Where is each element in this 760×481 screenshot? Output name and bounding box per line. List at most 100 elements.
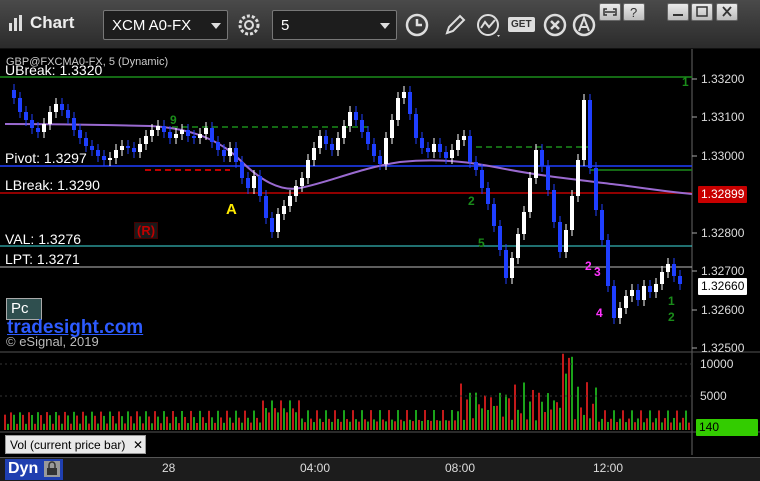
volume-bar — [559, 407, 561, 430]
volume-bar — [580, 407, 582, 430]
close-icon[interactable]: ✕ — [133, 438, 143, 452]
volume-bar — [79, 423, 81, 430]
candle-body — [282, 206, 286, 214]
time-tick-0400: 04:00 — [300, 461, 331, 475]
candle-body — [498, 226, 502, 250]
candle-body — [612, 286, 616, 318]
volume-bar — [409, 419, 411, 430]
volume-bar — [223, 422, 225, 430]
volume-bar — [571, 356, 573, 430]
volume-bar — [637, 418, 639, 430]
volume-bar — [121, 416, 123, 430]
clock-icon[interactable] — [402, 10, 432, 40]
volume-bar — [550, 409, 552, 430]
svg-text:9: 9 — [170, 113, 177, 127]
volume-bar — [463, 419, 465, 430]
volume-bar — [664, 418, 666, 430]
volume-bar — [358, 421, 360, 430]
volume-bar — [478, 404, 480, 430]
time-tick-28: 28 — [162, 461, 176, 475]
volume-bar — [91, 411, 93, 430]
price-tick-label: 1.32600 — [701, 303, 745, 317]
get-data-button[interactable]: GET — [508, 14, 538, 44]
time-tick-1200: 12:00 — [593, 461, 624, 475]
volume-bar — [295, 412, 297, 430]
volume-bar — [52, 423, 54, 430]
close-button[interactable] — [716, 3, 738, 21]
alert-icon[interactable] — [570, 10, 600, 40]
candle-body — [264, 196, 268, 218]
volume-bar — [148, 416, 150, 430]
candle-body — [534, 150, 538, 178]
volume-bar — [4, 414, 6, 430]
svg-text:1: 1 — [682, 75, 689, 89]
chevron-down-icon — [211, 23, 221, 29]
volume-bar — [493, 405, 495, 430]
price-tick-label: 1.32700 — [701, 264, 745, 278]
volume-bar — [142, 423, 144, 430]
volume-bar — [319, 418, 321, 430]
mid-price-tag: 1.32899 — [698, 186, 748, 203]
volume-bar — [289, 400, 291, 430]
candle-body — [414, 114, 418, 138]
candle-body — [654, 284, 658, 292]
pencil-icon[interactable] — [440, 10, 470, 40]
candle-body — [552, 190, 556, 222]
volume-bar — [322, 421, 324, 430]
candle-body — [276, 214, 280, 232]
candle-body — [456, 140, 460, 150]
candle-body — [462, 136, 466, 140]
candle-body — [348, 112, 352, 126]
volume-bar — [424, 410, 426, 430]
candle-body — [378, 156, 382, 164]
question-button[interactable]: ? — [623, 3, 645, 21]
volume-bar — [43, 423, 45, 430]
candle-body — [648, 286, 652, 292]
interval-selector[interactable]: 5 — [272, 10, 397, 40]
candle-body — [618, 308, 622, 318]
volume-tick-label: 10000 — [700, 357, 734, 371]
volume-bar — [379, 410, 381, 430]
candle-body — [594, 168, 598, 210]
volume-label: Vol (current price bar) — [5, 435, 146, 454]
symbol-selector[interactable]: XCM A0-FX — [103, 10, 228, 40]
volume-bar — [487, 409, 489, 430]
candle-body — [420, 138, 424, 148]
candle-body — [294, 186, 298, 196]
volume-bar — [385, 421, 387, 430]
volume-bar — [85, 415, 87, 430]
candle-body — [96, 150, 100, 156]
volume-bar — [325, 410, 327, 430]
volume-bar — [154, 411, 156, 430]
volume-bar — [127, 411, 129, 430]
maximize-button[interactable] — [691, 3, 713, 21]
volume-bar — [613, 410, 615, 430]
volume-bar — [259, 422, 261, 430]
price-chart[interactable]: 9 2 5 2 3 4 1 2 1 1.33200 1.33100 1.33000 1… — [0, 49, 760, 481]
volume-bar — [496, 405, 498, 430]
study-icon[interactable] — [474, 10, 504, 40]
volume-bar — [193, 417, 195, 430]
candle-body — [60, 104, 64, 110]
volume-bar — [172, 411, 174, 430]
candle-body — [372, 144, 376, 156]
svg-text:2: 2 — [585, 259, 592, 273]
price-tick-label: 1.32500 — [701, 341, 745, 355]
candle-body — [42, 124, 46, 132]
close-circle-icon[interactable] — [540, 10, 570, 40]
volume-bar — [22, 414, 24, 430]
volume-bar — [532, 389, 534, 430]
dynamic-mode-button[interactable]: Dyn — [5, 459, 63, 480]
candle-body — [516, 234, 520, 258]
volume-bar — [19, 412, 21, 430]
candle-body — [546, 166, 550, 190]
volume-bar — [124, 423, 126, 430]
volume-bar — [619, 418, 621, 430]
link-button[interactable] — [599, 3, 621, 21]
volume-bar — [610, 418, 612, 430]
minimize-button[interactable] — [667, 3, 689, 21]
close-icon — [722, 6, 732, 17]
gear-icon[interactable] — [234, 10, 264, 40]
candle-body — [630, 290, 634, 296]
volume-bar — [169, 423, 171, 430]
